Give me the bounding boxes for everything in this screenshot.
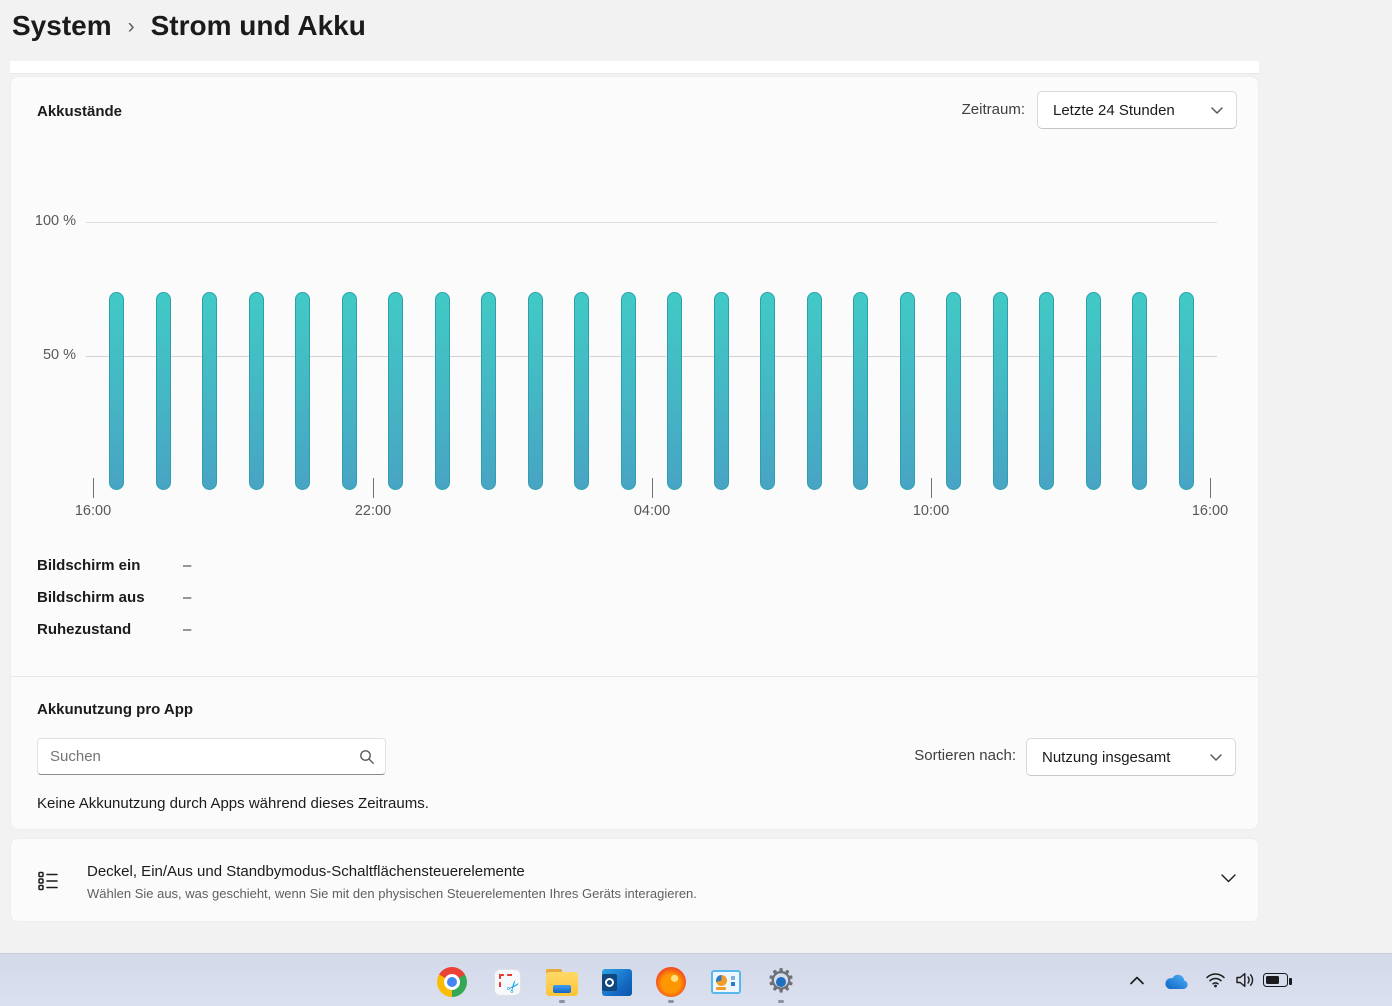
battery-bar: [248, 292, 264, 490]
battery-bar: [341, 292, 357, 490]
battery-bar: [760, 292, 775, 490]
app-usage-heading: Akkunutzung pro App: [37, 701, 194, 718]
period-label: Zeitraum:: [961, 101, 1025, 118]
battery-bar: [853, 292, 868, 490]
expander-title: Deckel, Ein/Aus und Standbymodus-Schaltf…: [87, 863, 525, 880]
app-search-field: [37, 738, 386, 775]
legend-label: Bildschirm aus: [37, 589, 145, 606]
settings-window: System › Strom und Akku Akkustände Zeitr…: [0, 0, 1392, 1006]
battery-bar: [109, 292, 124, 490]
tray-chevron-up-icon[interactable]: [1128, 974, 1146, 986]
breadcrumb-separator-icon: ›: [127, 15, 135, 38]
sort-dropdown-value: Nutzung insgesamt: [1042, 748, 1171, 766]
search-icon: [360, 750, 374, 764]
battery-bar: [295, 292, 310, 490]
battery-bar: [992, 292, 1008, 490]
system-monitor-icon: [711, 970, 741, 994]
battery-bar: [667, 292, 682, 490]
previous-card-remnant: [10, 61, 1259, 74]
outlook-icon: [602, 968, 632, 996]
breadcrumb: System › Strom und Akku: [12, 4, 366, 48]
battery-bar: [806, 292, 822, 490]
wifi-icon[interactable]: [1203, 971, 1227, 989]
battery-bar: [481, 292, 496, 490]
volume-icon[interactable]: [1233, 971, 1257, 989]
legend-row-sleep: Ruhezustand –: [37, 621, 437, 643]
period-dropdown-value: Letzte 24 Stunden: [1053, 101, 1175, 119]
taskbar: Suche ✂ ⚙: [0, 953, 1392, 1006]
legend-value: –: [183, 621, 192, 638]
battery-bar: [1178, 292, 1194, 490]
expander-subtitle: Wählen Sie aus, was geschieht, wenn Sie …: [87, 886, 697, 901]
x-axis-tick: [931, 478, 932, 498]
x-axis-tick-label: 16:00: [1191, 503, 1229, 519]
battery-bar: [527, 292, 543, 490]
x-axis-tick-label: 16:00: [74, 503, 112, 519]
section-divider: [11, 676, 1258, 677]
sort-dropdown[interactable]: Nutzung insgesamt: [1026, 738, 1236, 776]
x-axis-tick: [93, 478, 94, 498]
period-dropdown[interactable]: Letzte 24 Stunden: [1037, 91, 1237, 129]
battery-icon[interactable]: [1263, 973, 1292, 987]
legend-label: Bildschirm ein: [37, 557, 141, 574]
battery-bar: [713, 292, 729, 490]
breadcrumb-system[interactable]: System: [12, 10, 112, 42]
file-explorer-icon: [546, 968, 578, 996]
taskbar-app-outlook[interactable]: [601, 966, 633, 998]
legend-row-screen-off: Bildschirm aus –: [37, 589, 437, 611]
legend-row-screen-on: Bildschirm ein –: [37, 557, 437, 579]
legend-label: Ruhezustand: [37, 621, 132, 638]
app-search-input[interactable]: [38, 739, 385, 774]
x-axis-tick-label: 10:00: [912, 503, 950, 519]
settings-gear-icon: ⚙: [765, 964, 797, 998]
chevron-down-icon: [1210, 753, 1222, 761]
taskbar-app-chrome[interactable]: [436, 966, 468, 998]
taskbar-app-system-monitor[interactable]: [710, 966, 742, 998]
x-axis-tick: [1210, 478, 1211, 498]
page-title: Strom und Akku: [150, 10, 366, 41]
battery-bar: [434, 292, 450, 490]
battery-bar: [1085, 292, 1101, 490]
legend-value: –: [183, 557, 192, 574]
battery-levels-card: Akkustände Zeitraum: Letzte 24 Stunden 1…: [10, 76, 1259, 830]
battery-bar: [1132, 292, 1147, 490]
x-axis-tick: [652, 478, 653, 498]
x-axis-tick-label: 04:00: [633, 503, 671, 519]
battery-bar: [202, 292, 217, 490]
snipping-tool-icon: ✂: [493, 968, 525, 997]
taskbar-app-settings[interactable]: ⚙: [765, 964, 797, 998]
y-axis-label-50: 50 %: [42, 347, 76, 363]
legend-value: –: [183, 589, 192, 606]
chrome-icon: [437, 967, 467, 997]
sort-label: Sortieren nach:: [914, 747, 1016, 764]
battery-bar: [899, 292, 915, 490]
taskbar-app-snipping-tool[interactable]: ✂: [491, 966, 525, 998]
battery-bar: [155, 292, 171, 490]
battery-levels-heading: Akkustände: [37, 103, 123, 120]
battery-chart-area: 16:00 22:00 04:00 10:00 16:00: [75, 216, 1228, 526]
taskbar-app-file-explorer[interactable]: [546, 966, 578, 998]
battery-bar: [574, 292, 589, 490]
battery-bar: [946, 292, 961, 490]
onedrive-cloud-icon[interactable]: [1162, 972, 1190, 990]
x-axis-tick-label: 22:00: [354, 503, 392, 519]
running-indicator-settings: [778, 1000, 784, 1003]
firefox-icon: [656, 967, 686, 997]
running-indicator-file-explorer: [559, 1000, 565, 1003]
x-axis-tick: [373, 478, 374, 498]
empty-usage-message: Keine Akkunutzung durch Apps während die…: [37, 795, 429, 812]
battery-bar: [388, 292, 403, 490]
y-axis-label-100: 100 %: [34, 213, 76, 229]
chevron-down-icon: [1211, 106, 1223, 114]
taskbar-app-firefox[interactable]: [655, 966, 687, 998]
lid-power-buttons-expander[interactable]: Deckel, Ein/Aus und Standbymodus-Schaltf…: [10, 838, 1259, 922]
controls-list-icon: [38, 871, 58, 891]
running-indicator-firefox: [668, 1000, 674, 1003]
battery-bar: [1039, 292, 1054, 490]
battery-bar: [620, 292, 636, 490]
start-button[interactable]: [101, 967, 131, 997]
chevron-down-icon[interactable]: [1221, 874, 1236, 883]
gridline-100: [86, 222, 1217, 223]
